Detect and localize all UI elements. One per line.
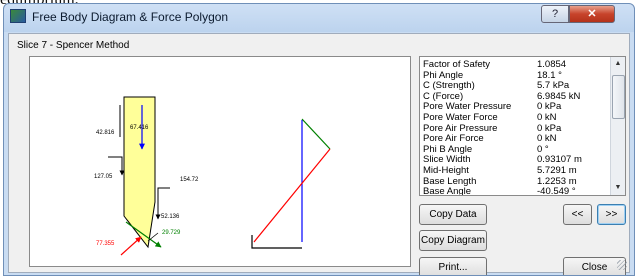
- property-row: Base Angle -40.549 °: [423, 186, 611, 196]
- property-name: C (Strength): [423, 81, 475, 92]
- property-name: Base Angle: [423, 187, 472, 196]
- label-left-force: 127.05: [94, 174, 113, 180]
- property-row: Factor of Safety 1.0854: [423, 59, 611, 71]
- polygon-black-closure: [251, 235, 302, 249]
- property-name: Base Length: [423, 176, 477, 187]
- next-slice-button[interactable]: >>: [597, 204, 626, 225]
- resize-grip-icon[interactable]: [617, 260, 627, 270]
- free-body-diagram-panel: 42.816 67.416 127.05 154.72 52.136 29.72…: [29, 56, 411, 267]
- property-row: Mid-Height 5.7291 m: [423, 164, 611, 177]
- print-button[interactable]: Print...: [419, 257, 487, 275]
- label-right-force: 154.72: [180, 177, 199, 183]
- close-window-button[interactable]: ✕: [569, 5, 615, 23]
- property-value: 5.7291 m: [537, 164, 577, 176]
- property-row: C (Strength) 5.7 kPa: [423, 81, 611, 92]
- label-base-red: 77.355: [96, 241, 115, 247]
- property-row: Base Length 1.2253 m: [423, 176, 611, 188]
- property-name: Pore Water Force: [423, 112, 498, 123]
- property-name: Mid-Height: [423, 165, 469, 176]
- property-name: Pore Air Pressure: [423, 123, 498, 134]
- scroll-down-arrow-icon[interactable]: ▼: [611, 181, 625, 195]
- polygon-red-side: [253, 148, 331, 243]
- slice-title: Slice 7 - Spencer Method: [17, 40, 130, 51]
- previous-slice-button[interactable]: <<: [563, 204, 592, 225]
- property-name: Factor of Safety: [423, 60, 491, 70]
- app-icon: [10, 9, 26, 23]
- polygon-green-side: [301, 118, 331, 150]
- title-bar[interactable]: Free Body Diagram & Force Polygon ? ✕: [4, 4, 634, 30]
- label-weight: 67.416: [130, 125, 149, 131]
- property-row: C (Force) 6.9845 kN: [423, 91, 611, 103]
- property-name: Phi B Angle: [423, 144, 473, 155]
- property-value: 1.0854: [537, 59, 567, 70]
- property-name: Pore Water Pressure: [423, 102, 512, 113]
- property-row: Pore Water Pressure 0 kPa: [423, 102, 611, 113]
- copy-diagram-button[interactable]: Copy Diagram: [419, 230, 487, 251]
- property-row: Pore Air Pressure 0 kPa: [423, 123, 611, 135]
- scroll-up-arrow-icon[interactable]: ▲: [611, 57, 625, 71]
- property-name: C (Force): [423, 91, 464, 102]
- dialog-window: Free Body Diagram & Force Polygon ? ✕ Sl…: [3, 3, 635, 276]
- property-value: -40.549 °: [537, 186, 576, 196]
- base-shear-arrow: [120, 236, 142, 256]
- copy-data-button[interactable]: Copy Data: [419, 204, 487, 225]
- property-row: Phi Angle 18.1 °: [423, 70, 611, 82]
- properties-rows: Factor of Safety 1.0854 Phi Angle 18.1 ° C (…: [423, 59, 611, 196]
- property-row: Pore Air Force 0 kN: [423, 134, 611, 145]
- property-name: Slice Width: [423, 155, 471, 166]
- property-name: Pore Air Force: [423, 134, 484, 145]
- left-force-arrow: [108, 156, 125, 176]
- property-row: Slice Width 0.93107 m: [423, 155, 611, 166]
- label-base-normal: 52.136: [161, 214, 180, 220]
- diagram-canvas: 42.816 67.416 127.05 154.72 52.136 29.72…: [94, 96, 331, 256]
- label-base-shear: 29.729: [162, 230, 181, 236]
- properties-scrollbar[interactable]: ▲ ▼: [610, 57, 625, 195]
- window-title: Free Body Diagram & Force Polygon: [32, 10, 229, 24]
- property-name: Phi Angle: [423, 70, 464, 81]
- property-value: 0 kN: [537, 111, 557, 123]
- slice-properties-list[interactable]: Factor of Safety 1.0854 Phi Angle 18.1 ° C (…: [419, 56, 626, 196]
- property-row: Phi B Angle 0 °: [423, 144, 611, 156]
- property-row: Pore Water Force 0 kN: [423, 111, 611, 124]
- dialog-client-area: Slice 7 - Spencer Method 42.816 67.416 1…: [8, 33, 630, 275]
- scroll-thumb[interactable]: [612, 75, 625, 119]
- help-button[interactable]: ?: [541, 5, 569, 23]
- label-top-left: 42.816: [96, 130, 115, 136]
